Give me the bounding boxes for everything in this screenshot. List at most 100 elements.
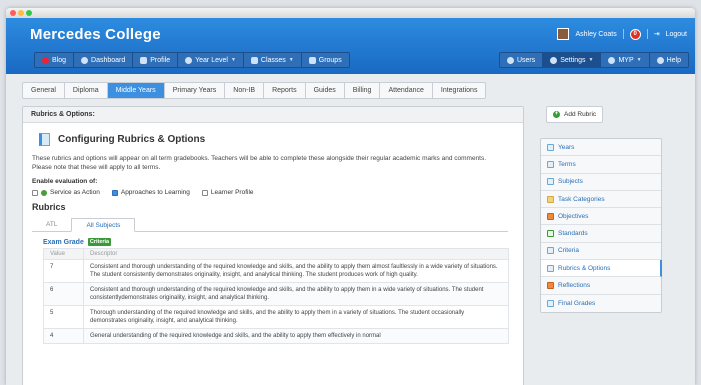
nav-dashboard[interactable]: Dashboard	[74, 53, 134, 67]
table-icon	[547, 264, 554, 272]
row-descriptor: General understanding of the required kn…	[83, 328, 509, 344]
sidebar-item-years[interactable]: Years	[541, 139, 661, 157]
tab-all-subjects[interactable]: All Subjects	[71, 218, 136, 232]
chevron-down-icon: ▼	[588, 57, 594, 63]
nav-groups-label: Groups	[318, 56, 342, 64]
tab-integrations[interactable]: Integrations	[433, 83, 486, 98]
grid-icon	[547, 299, 554, 307]
option-label: Service as Action	[50, 189, 100, 196]
rubric-table: Value Descriptor 7 Consistent and thorou…	[43, 248, 509, 344]
sidebar-item-criteria[interactable]: Criteria	[541, 243, 661, 261]
book-icon	[39, 133, 50, 146]
page-title: Configuring Rubrics & Options	[58, 134, 206, 145]
sidebar-item-label: Rubrics & Options	[558, 264, 611, 272]
option-service-as-action[interactable]: Service as Action	[32, 189, 100, 196]
nav-users[interactable]: Users	[500, 53, 544, 67]
plus-icon: +	[553, 111, 560, 118]
settings-tabs: General Diploma Middle Years Primary Yea…	[22, 82, 487, 99]
rubrics-heading: Rubrics	[32, 202, 66, 212]
divider	[622, 29, 624, 39]
column-header-descriptor: Descriptor	[83, 248, 509, 260]
profile-card-icon	[140, 56, 148, 64]
close-window-button[interactable]	[10, 10, 16, 16]
nav-year-level[interactable]: Year Level ▼	[178, 53, 244, 67]
tab-attendance[interactable]: Attendance	[380, 83, 433, 98]
zoom-window-button[interactable]	[26, 10, 32, 16]
checklist-icon	[547, 230, 554, 238]
nav-classes[interactable]: Classes ▼	[244, 53, 302, 67]
main-content: General Diploma Middle Years Primary Yea…	[6, 74, 695, 385]
nav-classes-label: Classes	[260, 56, 286, 64]
sidebar-item-task-categories[interactable]: Task Categories	[541, 191, 661, 209]
column-header-value: Value	[43, 248, 84, 260]
app-title[interactable]: Mercedes College	[30, 26, 161, 43]
add-rubric-button[interactable]: + Add Rubric	[546, 106, 604, 123]
tab-general[interactable]: General	[23, 83, 65, 98]
user-name[interactable]: Ashley Coats	[575, 31, 616, 38]
leaf-icon	[41, 189, 47, 196]
add-rubric-label: Add Rubric	[564, 111, 597, 118]
nav-profile-label: Profile	[150, 56, 171, 64]
exam-grade-link[interactable]: Exam Grade	[43, 239, 84, 246]
logout-link[interactable]: Logout	[666, 31, 687, 38]
sidebar-item-standards[interactable]: Standards	[541, 225, 661, 243]
option-learner-profile[interactable]: Learner Profile	[201, 189, 254, 196]
tab-non-ib[interactable]: Non-IB	[225, 83, 265, 98]
avatar[interactable]	[557, 28, 570, 40]
checkbox-checked[interactable]	[111, 189, 118, 196]
calendar-icon	[547, 160, 554, 168]
minimize-window-button[interactable]	[18, 10, 24, 16]
checkbox[interactable]	[32, 189, 38, 196]
tab-billing[interactable]: Billing	[345, 83, 381, 98]
nav-dashboard-label: Dashboard	[91, 56, 126, 64]
nav-blog-label: Blog	[52, 56, 67, 64]
exam-grade-header: Exam Grade Criteria	[43, 238, 523, 246]
tab-atl[interactable]: ATL	[32, 218, 71, 231]
folder-icon	[547, 195, 554, 203]
nav-blog[interactable]: Blog	[35, 53, 75, 67]
tab-primary-years[interactable]: Primary Years	[165, 83, 226, 98]
target-icon	[547, 212, 554, 220]
sidebar-item-reflections[interactable]: Reflections	[541, 277, 661, 295]
rubric-tabs: ATL All Subjects	[32, 218, 508, 232]
sidebar-item-label: Standards	[558, 230, 588, 238]
tab-guides[interactable]: Guides	[306, 83, 345, 98]
calendar-icon	[547, 143, 554, 151]
gear-icon	[550, 56, 558, 64]
notification-badge[interactable]: 0	[629, 28, 641, 40]
row-value: 5	[43, 305, 84, 329]
option-label: Approaches to Learning	[120, 189, 190, 196]
chevron-down-icon: ▼	[230, 57, 236, 63]
sidebar-item-label: Task Categories	[558, 195, 605, 203]
nav-right-group: Users Settings ▼ MYP ▼ Help	[498, 52, 689, 68]
rubrics-panel: Rubrics & Options: Configuring Rubrics &…	[22, 106, 524, 385]
table-row: 4 General understanding of the required …	[43, 328, 509, 344]
tab-reports[interactable]: Reports	[264, 83, 306, 98]
option-label: Learner Profile	[210, 189, 254, 196]
sidebar-item-objectives[interactable]: Objectives	[541, 208, 661, 226]
search-icon	[608, 56, 616, 64]
nav-myp[interactable]: MYP ▼	[601, 53, 650, 67]
table-row: 5 Thorough understanding of the required…	[43, 305, 509, 329]
row-descriptor: Thorough understanding of the required k…	[83, 305, 509, 329]
sidebar-item-subjects[interactable]: Subjects	[541, 174, 661, 191]
nav-groups[interactable]: Groups	[302, 53, 349, 67]
tab-diploma[interactable]: Diploma	[65, 83, 108, 98]
sidebar-item-terms[interactable]: Terms	[541, 156, 661, 174]
option-approaches-to-learning[interactable]: Approaches to Learning	[111, 189, 190, 196]
panel-header: Rubrics & Options:	[23, 107, 523, 123]
list-icon	[250, 56, 258, 64]
books-icon	[547, 178, 554, 186]
nav-help[interactable]: Help	[650, 53, 688, 67]
main-nav: Blog Dashboard Profile Year Level ▼ Clas…	[34, 52, 689, 68]
checkbox[interactable]	[201, 189, 208, 196]
table-row: 6 Consistent and thorough understanding …	[43, 282, 509, 306]
funnel-icon	[308, 56, 316, 64]
nav-profile[interactable]: Profile	[133, 53, 179, 67]
nav-settings[interactable]: Settings ▼	[543, 53, 602, 67]
sidebar-item-rubrics-options[interactable]: Rubrics & Options	[541, 260, 662, 278]
settings-sidebar: Years Terms Subjects Task Categories Obj…	[540, 138, 662, 313]
globe-icon	[185, 56, 193, 64]
tab-middle-years[interactable]: Middle Years	[107, 83, 165, 98]
sidebar-item-final-grades[interactable]: Final Grades	[541, 295, 661, 312]
